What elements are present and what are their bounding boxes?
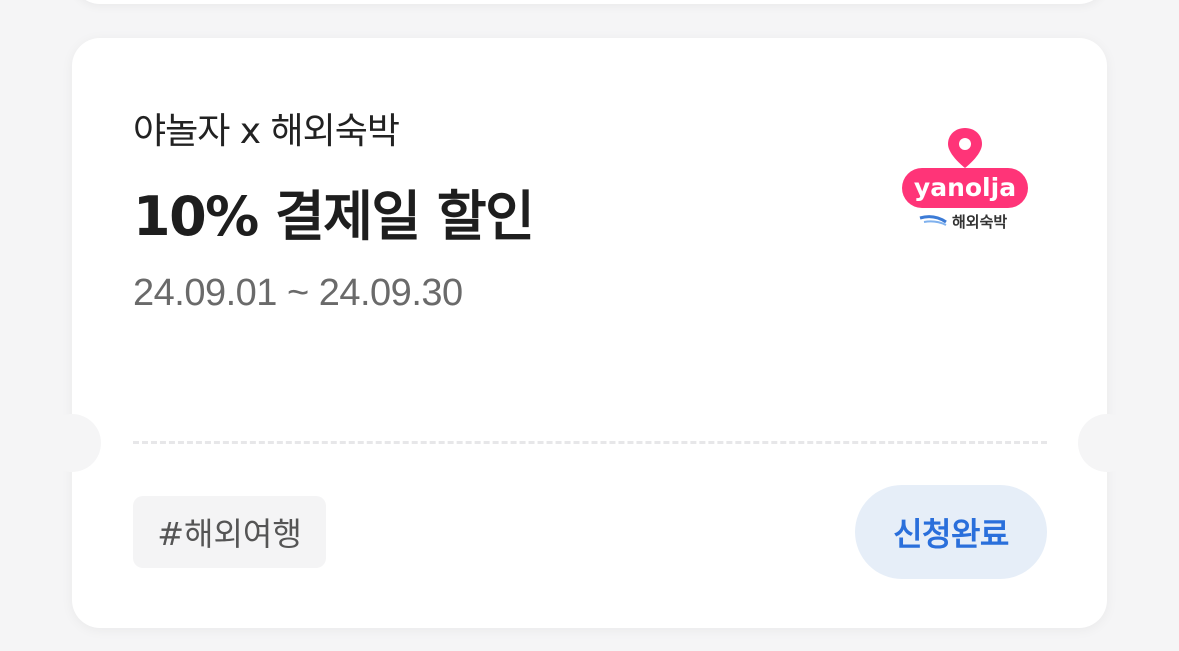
coupon-period: 24.09.01 ~ 24.09.30	[133, 272, 463, 314]
previous-coupon-card	[72, 0, 1107, 4]
logo-sub-label: 해외숙박	[952, 213, 1007, 231]
coupon-card: 야놀자 x 해외숙박 10% 결제일 할인 24.09.01 ~ 24.09.3…	[43, 38, 1136, 628]
coupon-notch-left	[43, 414, 101, 472]
coupon-tag: #해외여행	[133, 496, 326, 568]
coupon-notch-right	[1078, 414, 1136, 472]
coupon-partner: 야놀자 x 해외숙박	[133, 111, 400, 152]
yanolja-overseas-logo: yanolja 해외숙박	[898, 126, 1032, 238]
coupon-divider	[133, 441, 1047, 444]
location-pin-icon	[948, 128, 982, 168]
logo-wordmark: yanolja	[914, 173, 1016, 202]
coupon-title: 10% 결제일 할인	[133, 185, 535, 248]
airplane-icon	[919, 215, 947, 226]
apply-complete-button[interactable]: 신청완료	[855, 485, 1047, 579]
